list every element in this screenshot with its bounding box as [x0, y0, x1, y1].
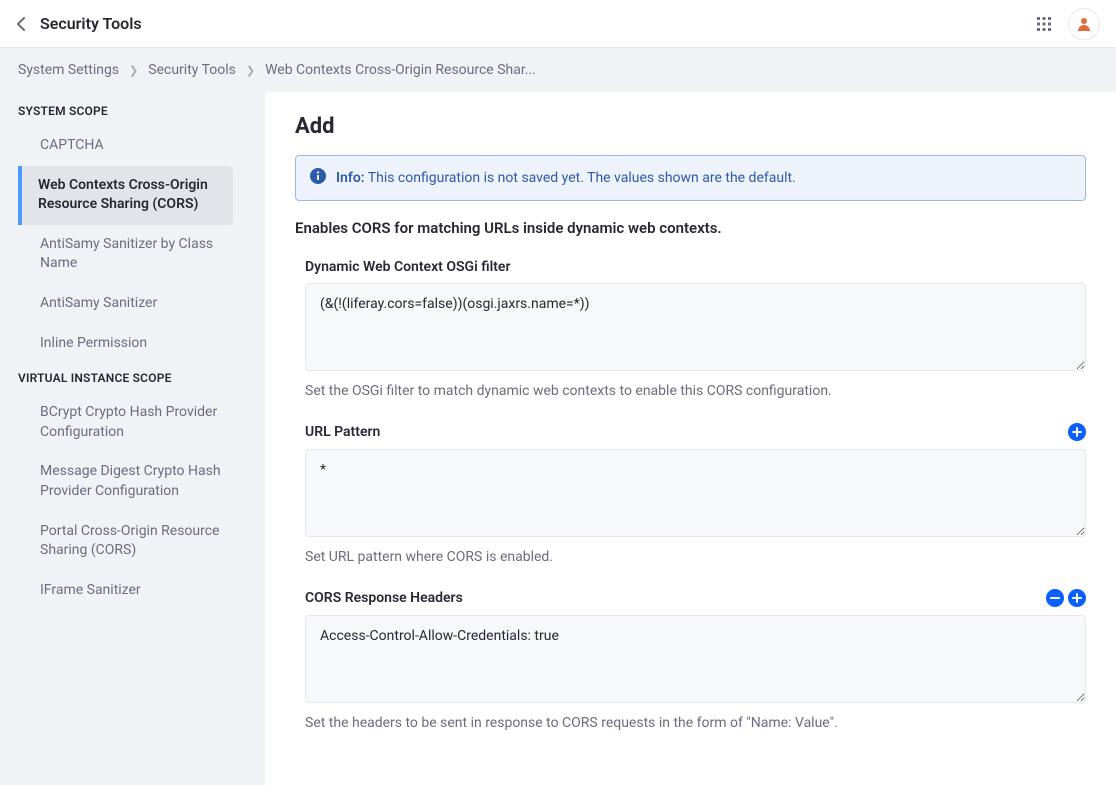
url-actions	[1068, 423, 1086, 441]
osgi-label: Dynamic Web Context OSGi filter	[305, 259, 510, 275]
breadcrumb-item[interactable]: Security Tools	[148, 62, 236, 78]
field-headers: CORS Response Headers Set the headers to…	[295, 589, 1086, 731]
add-button[interactable]	[1068, 589, 1086, 607]
headers-help: Set the headers to be sent in response t…	[305, 715, 1086, 731]
scope-header-virtual: VIRTUAL INSTANCE SCOPE	[0, 363, 253, 393]
sidebar-item-digest[interactable]: Message Digest Crypto Hash Provider Conf…	[2, 452, 253, 511]
field-osgi: Dynamic Web Context OSGi filter Set the …	[295, 259, 1086, 399]
url-label: URL Pattern	[305, 424, 380, 440]
headers-label: CORS Response Headers	[305, 590, 463, 606]
info-alert: Info: This configuration is not saved ye…	[295, 155, 1086, 201]
info-content: Info: This configuration is not saved ye…	[336, 170, 796, 186]
breadcrumb-item[interactable]: Web Contexts Cross-Origin Resource Shar.…	[265, 62, 536, 78]
add-button[interactable]	[1068, 423, 1086, 441]
topbar: Security Tools	[0, 0, 1116, 48]
remove-button[interactable]	[1046, 589, 1064, 607]
main-content: Add Info: This configuration is not save…	[265, 92, 1116, 785]
config-description: Enables CORS for matching URLs inside dy…	[295, 219, 1086, 237]
headers-input[interactable]	[305, 615, 1086, 703]
url-input[interactable]	[305, 449, 1086, 537]
avatar[interactable]	[1068, 8, 1100, 40]
breadcrumb: System Settings ❯ Security Tools ❯ Web C…	[0, 48, 1116, 92]
back-button[interactable]	[16, 17, 26, 31]
osgi-input[interactable]	[305, 283, 1086, 371]
field-url: URL Pattern Set URL pattern where CORS i…	[295, 423, 1086, 565]
info-text: This configuration is not saved yet. The…	[368, 170, 796, 186]
osgi-help: Set the OSGi filter to match dynamic web…	[305, 383, 1086, 399]
info-icon	[310, 168, 326, 188]
sidebar: SYSTEM SCOPE CAPTCHA Web Contexts Cross-…	[0, 92, 265, 630]
chevron-right-icon: ❯	[246, 64, 255, 77]
sidebar-item-captcha[interactable]: CAPTCHA	[2, 126, 253, 166]
main-heading: Add	[295, 114, 1086, 139]
sidebar-item-iframe[interactable]: IFrame Sanitizer	[2, 571, 253, 611]
page-title: Security Tools	[40, 14, 142, 33]
topbar-right	[1034, 8, 1100, 40]
headers-actions	[1046, 589, 1086, 607]
plus-icon	[1072, 593, 1082, 603]
sidebar-item-bcrypt[interactable]: BCrypt Crypto Hash Provider Configuratio…	[2, 393, 253, 452]
sidebar-item-cors[interactable]: Web Contexts Cross-Origin Resource Shari…	[18, 166, 233, 225]
sidebar-item-inline-permission[interactable]: Inline Permission	[2, 324, 253, 364]
user-icon	[1076, 16, 1092, 32]
scope-header-system: SYSTEM SCOPE	[0, 96, 253, 126]
url-help: Set URL pattern where CORS is enabled.	[305, 549, 1086, 565]
chevron-right-icon: ❯	[129, 64, 138, 77]
layout: SYSTEM SCOPE CAPTCHA Web Contexts Cross-…	[0, 92, 1116, 785]
topbar-left: Security Tools	[16, 14, 142, 33]
sidebar-item-antisamy[interactable]: AntiSamy Sanitizer	[2, 284, 253, 324]
sidebar-item-antisamy-class[interactable]: AntiSamy Sanitizer by Class Name	[2, 225, 253, 284]
breadcrumb-item[interactable]: System Settings	[18, 62, 119, 78]
plus-icon	[1072, 427, 1082, 437]
sidebar-item-portal-cors[interactable]: Portal Cross-Origin Resource Sharing (CO…	[2, 512, 253, 571]
minus-icon	[1050, 593, 1060, 603]
chevron-left-icon	[16, 17, 26, 31]
info-label: Info:	[336, 170, 365, 186]
apps-icon[interactable]	[1034, 14, 1054, 34]
